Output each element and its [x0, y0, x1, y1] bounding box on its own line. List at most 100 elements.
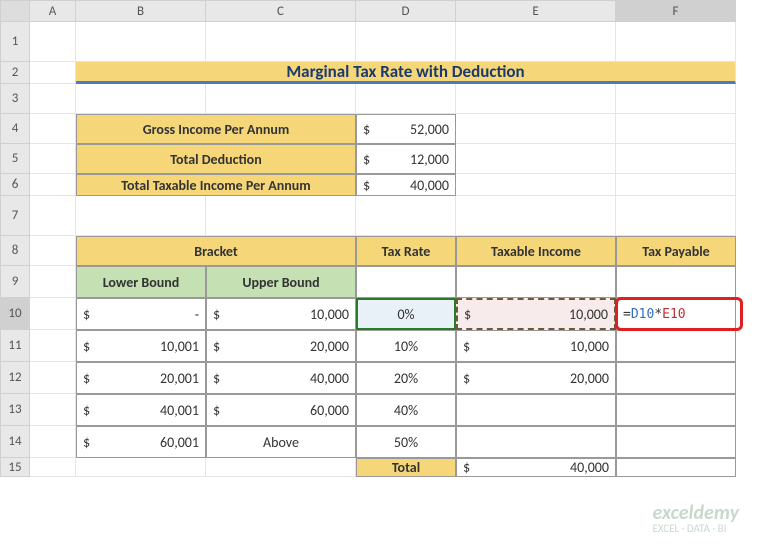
taxable-0[interactable]: $10,000	[456, 298, 616, 330]
taxable-1[interactable]: $10,000	[456, 330, 616, 362]
cell-d7[interactable]	[356, 196, 456, 236]
cell-a8[interactable]	[30, 236, 76, 266]
row-header-15[interactable]: 15	[0, 458, 30, 477]
cell-e14[interactable]	[456, 426, 616, 458]
cell-a7[interactable]	[30, 196, 76, 236]
cell-c1[interactable]	[206, 22, 356, 62]
cell-f4[interactable]	[616, 114, 736, 144]
cell-a13[interactable]	[30, 394, 76, 426]
tax-rate-4[interactable]: 50%	[356, 426, 456, 458]
cell-f9[interactable]	[616, 266, 736, 298]
row-header-3[interactable]: 3	[0, 84, 30, 114]
formula-cell[interactable]: =D10*E10	[616, 298, 736, 330]
col-header-c[interactable]: C	[206, 0, 356, 22]
col-header-e[interactable]: E	[456, 0, 616, 22]
tax-rate-2[interactable]: 20%	[356, 362, 456, 394]
cell-f13[interactable]	[616, 394, 736, 426]
cell-f3[interactable]	[616, 84, 736, 114]
tax-rate-0[interactable]: 0%	[356, 298, 456, 330]
col-header-a[interactable]: A	[30, 0, 76, 22]
tax-rate-3[interactable]: 40%	[356, 394, 456, 426]
row-header-14[interactable]: 14	[0, 426, 30, 458]
cell-f11[interactable]	[616, 330, 736, 362]
upper-bound-3[interactable]: $60,000	[206, 394, 356, 426]
cell-a9[interactable]	[30, 266, 76, 298]
cell-a14[interactable]	[30, 426, 76, 458]
cell-e1[interactable]	[456, 22, 616, 62]
row-header-2[interactable]: 2	[0, 62, 30, 84]
row-header-4[interactable]: 4	[0, 114, 30, 144]
cell-f14[interactable]	[616, 426, 736, 458]
cell-c3[interactable]	[206, 84, 356, 114]
cell-e6[interactable]	[456, 174, 616, 196]
cell-c7[interactable]	[206, 196, 356, 236]
taxable-2[interactable]: $20,000	[456, 362, 616, 394]
value-text: 10,000	[570, 338, 609, 355]
row-header-10[interactable]: 10	[0, 298, 30, 330]
cell-e7[interactable]	[456, 196, 616, 236]
cell-f12[interactable]	[616, 362, 736, 394]
cell-a11[interactable]	[30, 330, 76, 362]
row-header-8[interactable]: 8	[0, 236, 30, 266]
tax-payable-header: Tax Payable	[616, 236, 736, 266]
cell-e4[interactable]	[456, 114, 616, 144]
gross-income-value[interactable]: $52,000	[356, 114, 456, 144]
upper-bound-1[interactable]: $20,000	[206, 330, 356, 362]
cell-a5[interactable]	[30, 144, 76, 174]
cell-a12[interactable]	[30, 362, 76, 394]
cell-b15[interactable]	[76, 458, 206, 477]
tax-rate-1[interactable]: 10%	[356, 330, 456, 362]
cell-e9[interactable]	[456, 266, 616, 298]
row-header-12[interactable]: 12	[0, 362, 30, 394]
lower-bound-4[interactable]: $60,001	[76, 426, 206, 458]
cell-e13[interactable]	[456, 394, 616, 426]
col-header-f[interactable]: F	[616, 0, 736, 22]
cell-e5[interactable]	[456, 144, 616, 174]
cell-e3[interactable]	[456, 84, 616, 114]
row-header-5[interactable]: 5	[0, 144, 30, 174]
cell-f7[interactable]	[616, 196, 736, 236]
col-header-d[interactable]: D	[356, 0, 456, 22]
cell-a6[interactable]	[30, 174, 76, 196]
lower-bound-1[interactable]: $10,001	[76, 330, 206, 362]
col-header-b[interactable]: B	[76, 0, 206, 22]
watermark: exceldemy EXCEL · DATA · BI	[653, 503, 739, 534]
cell-b3[interactable]	[76, 84, 206, 114]
cell-d9[interactable]	[356, 266, 456, 298]
row-header-6[interactable]: 6	[0, 174, 30, 196]
cell-a4[interactable]	[30, 114, 76, 144]
row-header-9[interactable]: 9	[0, 266, 30, 298]
cell-b1[interactable]	[76, 22, 206, 62]
row-header-1[interactable]: 1	[0, 22, 30, 62]
cell-a15[interactable]	[30, 458, 76, 477]
cell-a10[interactable]	[30, 298, 76, 330]
spreadsheet-grid: A B C D E F 1 2 Marginal Tax Rate with D…	[0, 0, 767, 477]
corner-cell[interactable]	[0, 0, 30, 22]
cell-f1[interactable]	[616, 22, 736, 62]
lower-bound-3[interactable]: $40,001	[76, 394, 206, 426]
lower-bound-header: Lower Bound	[76, 266, 206, 298]
row-header-11[interactable]: 11	[0, 330, 30, 362]
cell-a3[interactable]	[30, 84, 76, 114]
lower-bound-0[interactable]: $-	[76, 298, 206, 330]
cell-f6[interactable]	[616, 174, 736, 196]
row-header-13[interactable]: 13	[0, 394, 30, 426]
upper-bound-0[interactable]: $10,000	[206, 298, 356, 330]
cell-d1[interactable]	[356, 22, 456, 62]
cell-f15[interactable]	[616, 458, 736, 477]
cell-a1[interactable]	[30, 22, 76, 62]
total-taxable[interactable]: $40,000	[456, 458, 616, 477]
cell-c15[interactable]	[206, 458, 356, 477]
taxable-income-value[interactable]: $40,000	[356, 174, 456, 196]
upper-bound-4[interactable]: Above	[206, 426, 356, 458]
cell-d3[interactable]	[356, 84, 456, 114]
lower-bound-2[interactable]: $20,001	[76, 362, 206, 394]
value-text: 52,000	[410, 121, 449, 138]
cell-b7[interactable]	[76, 196, 206, 236]
cell-f5[interactable]	[616, 144, 736, 174]
row-header-7[interactable]: 7	[0, 196, 30, 236]
upper-bound-2[interactable]: $40,000	[206, 362, 356, 394]
deduction-value[interactable]: $12,000	[356, 144, 456, 174]
cell-a2[interactable]	[30, 62, 76, 84]
tax-rate-header: Tax Rate	[356, 236, 456, 266]
